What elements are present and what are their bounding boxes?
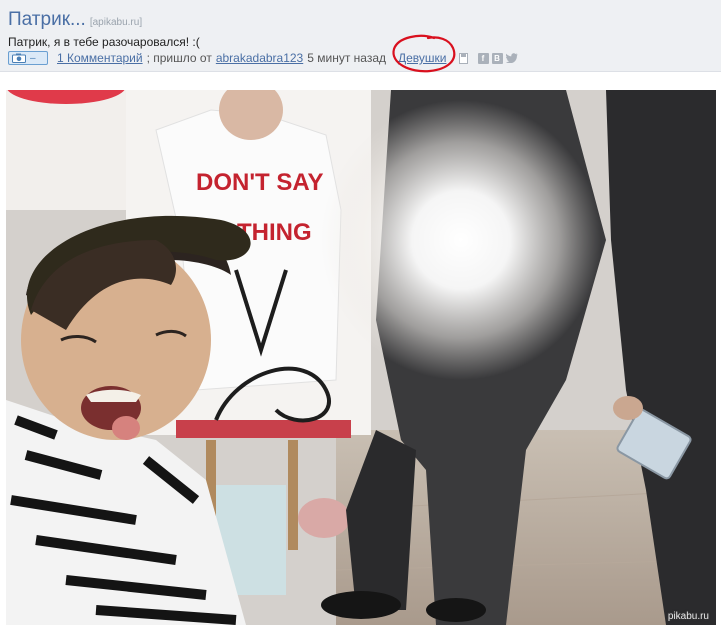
- save-icon[interactable]: [458, 52, 468, 64]
- post-description: Патрик, я в тебе разочаровался! :(: [8, 35, 200, 49]
- source-tag[interactable]: [apikabu.ru]: [90, 17, 142, 28]
- vk-icon[interactable]: B: [491, 52, 503, 64]
- post-header: Патрик... [apikabu.ru] Патрик, я в тебе р…: [0, 0, 721, 73]
- comments-link[interactable]: 1 Комментарий: [57, 51, 143, 65]
- tag-link[interactable]: Девушки: [398, 51, 447, 65]
- post-title[interactable]: Патрик...: [8, 9, 86, 30]
- post-image[interactable]: DON'T SAY NOTHING pikabu.ru: [6, 90, 716, 625]
- shirt-text-line1: DON'T SAY: [196, 169, 324, 196]
- post-meta: – 1 Комментарий ; пришло от abrakadabra1…: [8, 34, 518, 73]
- author-link[interactable]: abrakadabra123: [216, 51, 303, 65]
- twitter-icon[interactable]: [505, 53, 518, 63]
- arrived-text: ; пришло от: [146, 51, 212, 65]
- tag-container: Девушки: [392, 34, 456, 73]
- facebook-icon[interactable]: f: [477, 52, 489, 64]
- title-row: Патрик... [apikabu.ru]: [8, 9, 142, 31]
- photo-scene: DON'T SAY NOTHING: [6, 90, 716, 625]
- photo-toggle-button[interactable]: –: [8, 51, 48, 65]
- collapse-dash-icon: –: [30, 52, 36, 64]
- watermark: pikabu.ru: [667, 611, 709, 622]
- camera-icon: [12, 53, 26, 63]
- timestamp: 5 минут назад: [307, 51, 386, 65]
